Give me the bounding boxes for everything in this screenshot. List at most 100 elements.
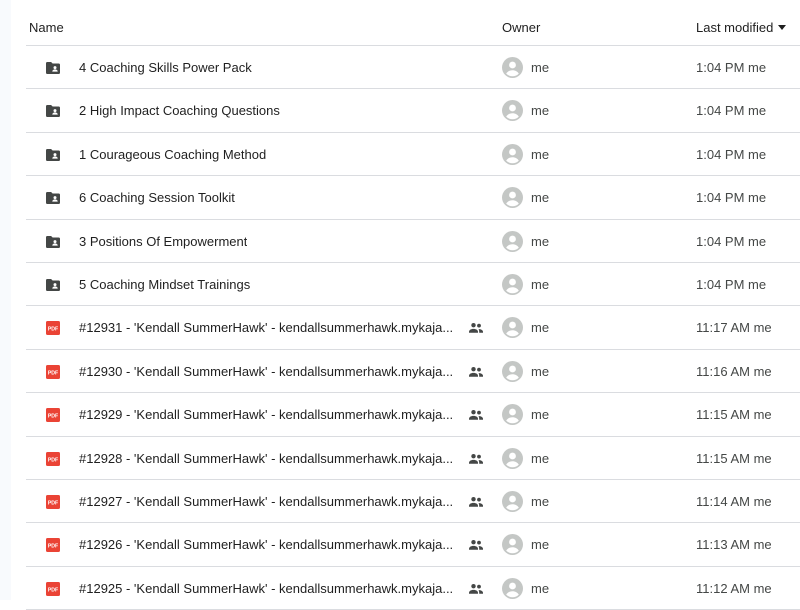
- owner-label: me: [531, 146, 550, 162]
- shared-folder-icon: [45, 277, 61, 293]
- people-icon: [468, 365, 484, 379]
- last-modified-label: Last modified: [696, 20, 774, 35]
- file-name[interactable]: 3 Positions Of Empowerment: [79, 234, 247, 249]
- file-row[interactable]: PDF #12931 - 'Kendall SummerHawk' - kenda…: [26, 306, 800, 350]
- last-modified-value: 11:17 AM me: [696, 320, 772, 336]
- shared-folder-icon: [45, 103, 61, 119]
- people-icon: [468, 452, 484, 466]
- file-row[interactable]: PDF #12930 - 'Kendall SummerHawk' - kenda…: [26, 350, 800, 394]
- file-name[interactable]: #12929 - 'Kendall SummerHawk' - kendalls…: [79, 407, 453, 422]
- people-icon: [468, 408, 484, 422]
- avatar-icon: [502, 577, 523, 599]
- last-modified-value: 1:04 PM me: [696, 60, 767, 75]
- avatar-icon: [502, 57, 523, 78]
- last-modified-value: 1:04 PM me: [696, 190, 767, 206]
- last-modified-value: 11:16 AM me: [696, 363, 772, 379]
- last-modified-value: 1:04 PM me: [696, 233, 767, 249]
- file-name[interactable]: 1 Courageous Coaching Method: [79, 147, 266, 162]
- people-icon: [468, 582, 484, 596]
- pdf-icon: PDF: [45, 364, 61, 380]
- last-modified-value: 1:04 PM me: [696, 146, 767, 162]
- file-name[interactable]: #12931 - 'Kendall SummerHawk' - kendalls…: [79, 320, 453, 335]
- file-name[interactable]: 4 Coaching Skills Power Pack: [79, 60, 252, 75]
- sort-descending-icon: [778, 25, 787, 30]
- sidebar-edge: [0, 0, 11, 600]
- owner-label: me: [531, 363, 550, 379]
- file-name[interactable]: 5 Coaching Mindset Trainings: [79, 277, 250, 292]
- file-row[interactable]: PDF #12925 - 'Kendall SummerHawk' - kenda…: [26, 567, 800, 610]
- last-modified-value: 1:04 PM me: [696, 103, 767, 119]
- people-icon: [468, 538, 484, 552]
- file-name[interactable]: #12926 - 'Kendall SummerHawk' - kendalls…: [79, 537, 453, 552]
- svg-text:PDF: PDF: [48, 327, 58, 333]
- shared-folder-icon: [45, 60, 61, 76]
- file-rows: 4 Coaching Skills Power Pack me 1:04 PM me…: [26, 46, 800, 610]
- last-modified-column-header[interactable]: Last modified: [696, 20, 787, 35]
- pdf-icon: PDF: [45, 451, 61, 467]
- pdf-icon: PDF: [45, 320, 61, 336]
- avatar-icon: [502, 360, 523, 382]
- svg-text:PDF: PDF: [48, 370, 58, 376]
- file-row[interactable]: 1 Courageous Coaching Method me 1:04 PM me: [26, 133, 800, 177]
- owner-label: me: [531, 190, 550, 206]
- last-modified-value: 11:15 AM me: [696, 450, 772, 466]
- people-icon: [468, 321, 484, 335]
- svg-text:PDF: PDF: [48, 501, 58, 507]
- file-row[interactable]: 4 Coaching Skills Power Pack me 1:04 PM me: [26, 46, 800, 90]
- owner-label: me: [531, 580, 550, 596]
- shared-folder-icon: [45, 234, 61, 250]
- owner-label: me: [531, 276, 550, 292]
- owner-label: me: [531, 407, 550, 423]
- file-row[interactable]: 3 Positions Of Empowerment me 1:04 PM me: [26, 220, 800, 263]
- name-column-header[interactable]: Name: [29, 20, 64, 35]
- file-row[interactable]: 6 Coaching Session Toolkit me 1:04 PM me: [26, 176, 800, 220]
- file-row[interactable]: PDF #12926 - 'Kendall SummerHawk' - kenda…: [26, 523, 800, 567]
- svg-text:PDF: PDF: [48, 414, 58, 420]
- file-row[interactable]: PDF #12928 - 'Kendall SummerHawk' - kenda…: [26, 437, 800, 480]
- file-name[interactable]: #12925 - 'Kendall SummerHawk' - kendalls…: [79, 581, 453, 596]
- list-header: Name Owner Last modified: [26, 0, 800, 46]
- file-list: Name Owner Last modified 4 Coaching Skil…: [26, 0, 800, 610]
- pdf-icon: PDF: [45, 537, 61, 553]
- svg-text:PDF: PDF: [48, 544, 58, 550]
- pdf-icon: PDF: [45, 407, 61, 423]
- file-row[interactable]: 2 High Impact Coaching Questions me 1:04 P…: [26, 89, 800, 133]
- last-modified-value: 11:12 AM me: [696, 580, 772, 596]
- owner-label: me: [531, 60, 550, 75]
- file-name[interactable]: #12927 - 'Kendall SummerHawk' - kendalls…: [79, 494, 453, 509]
- svg-text:PDF: PDF: [48, 457, 58, 463]
- file-name[interactable]: 6 Coaching Session Toolkit: [79, 190, 235, 205]
- avatar-icon: [502, 100, 523, 122]
- last-modified-value: 1:04 PM me: [696, 276, 767, 292]
- shared-folder-icon: [45, 190, 61, 206]
- avatar-icon: [502, 230, 523, 252]
- people-icon: [468, 495, 484, 509]
- avatar-icon: [502, 490, 523, 512]
- avatar-icon: [502, 317, 523, 339]
- avatar-icon: [502, 404, 523, 426]
- owner-label: me: [531, 233, 550, 249]
- owner-column-header[interactable]: Owner: [502, 20, 540, 35]
- owner-label: me: [531, 450, 550, 466]
- last-modified-value: 11:13 AM me: [696, 537, 772, 553]
- pdf-icon: PDF: [45, 581, 61, 597]
- file-row[interactable]: 5 Coaching Mindset Trainings me 1:04 PM me: [26, 263, 800, 307]
- owner-label: me: [531, 537, 550, 553]
- avatar-icon: [502, 187, 523, 209]
- owner-label: me: [531, 493, 550, 509]
- avatar-icon: [502, 534, 523, 556]
- avatar-icon: [502, 447, 523, 469]
- avatar-icon: [502, 273, 523, 295]
- file-row[interactable]: PDF #12927 - 'Kendall SummerHawk' - kenda…: [26, 480, 800, 524]
- svg-text:PDF: PDF: [48, 587, 58, 593]
- shared-folder-icon: [45, 147, 61, 163]
- file-name[interactable]: #12928 - 'Kendall SummerHawk' - kendalls…: [79, 451, 453, 466]
- avatar-icon: [502, 143, 523, 165]
- last-modified-value: 11:15 AM me: [696, 407, 772, 423]
- owner-label: me: [531, 103, 550, 119]
- file-row[interactable]: PDF #12929 - 'Kendall SummerHawk' - kenda…: [26, 393, 800, 437]
- file-name[interactable]: #12930 - 'Kendall SummerHawk' - kendalls…: [79, 364, 453, 379]
- pdf-icon: PDF: [45, 494, 61, 510]
- owner-label: me: [531, 320, 550, 336]
- file-name[interactable]: 2 High Impact Coaching Questions: [79, 103, 280, 118]
